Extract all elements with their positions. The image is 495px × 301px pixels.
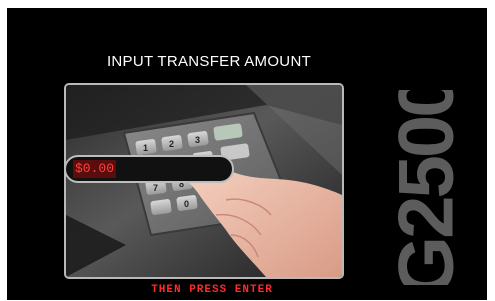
enter-hint: THEN PRESS ENTER [151,284,273,296]
key-label: 0 [184,199,189,209]
model-logo: G2500 [382,90,470,285]
page-title: INPUT TRANSFER AMOUNT [106,53,312,70]
key-star [150,199,172,215]
amount-value: $0.00 [73,160,117,178]
key-label: 3 [195,135,200,145]
amount-input[interactable]: $0.00 [64,155,234,183]
key-label: 2 [169,139,174,149]
model-label: G2500 [382,90,470,285]
key-label: 1 [143,143,148,153]
atm-screen: INPUT TRANSFER AMOUNT 1 2 3 7 8 0 $0.00 … [7,8,487,300]
key-label: 7 [153,183,158,193]
